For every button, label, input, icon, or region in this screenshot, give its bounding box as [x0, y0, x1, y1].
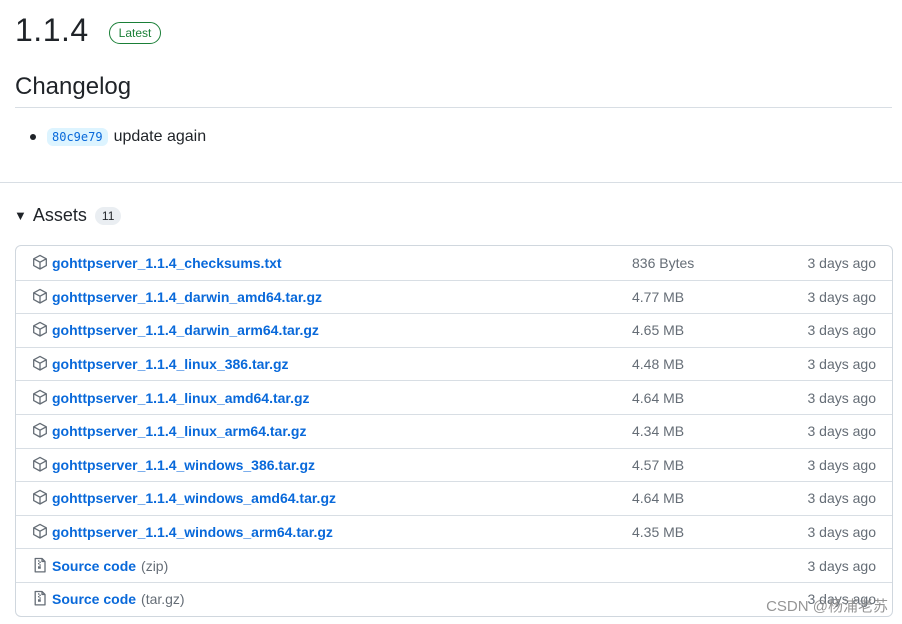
assets-heading: Assets: [32, 205, 87, 225]
assets-list: gohttpserver_1.1.4_checksums.txt 836 Byte…: [15, 245, 893, 617]
asset-name: gohttpserver_1.1.4_windows_amd64.tar.gz: [52, 490, 336, 507]
asset-row: gohttpserver_1.1.4_windows_amd64.tar.gz 4…: [16, 481, 892, 515]
asset-name: gohttpserver_1.1.4_linux_arm64.tar.gz: [52, 423, 307, 440]
assets-toggle[interactable]: ▼ Assets 11: [14, 205, 122, 226]
changelog-text: update again: [113, 128, 207, 145]
package-icon: [32, 523, 48, 539]
package-icon: [32, 355, 48, 371]
section-divider: [0, 182, 902, 183]
asset-date: 3 days ago: [807, 389, 877, 406]
asset-row: gohttpserver_1.1.4_linux_amd64.tar.gz 4.6…: [16, 380, 892, 414]
package-icon: [32, 456, 48, 472]
package-icon: [32, 422, 48, 438]
watermark: CSDN @杨浦老苏: [766, 598, 888, 615]
bullet: [30, 134, 36, 140]
package-icon: [32, 389, 48, 405]
asset-row: gohttpserver_1.1.4_linux_386.tar.gz 4.48 …: [16, 346, 892, 381]
asset-link[interactable]: gohttpserver_1.1.4_checksums.txt: [52, 255, 282, 271]
asset-row: Source code (tar.gz) 3 days ago: [16, 581, 892, 616]
asset-name: gohttpserver_1.1.4_windows_386.tar.gz: [52, 456, 315, 473]
asset-row: gohttpserver_1.1.4_windows_arm64.tar.gz 4…: [16, 514, 892, 549]
asset-row: gohttpserver_1.1.4_windows_386.tar.gz 4.5…: [16, 447, 892, 482]
asset-row: gohttpserver_1.1.4_darwin_amd64.tar.gz 4.…: [16, 279, 892, 314]
asset-date: 3 days ago: [807, 557, 877, 574]
asset-link[interactable]: gohttpserver_1.1.4_windows_amd64.tar.gz: [52, 490, 336, 506]
asset-size: 4.65 MB: [632, 322, 685, 339]
changelog-item: 80c9e79 update again: [30, 128, 206, 146]
asset-link[interactable]: gohttpserver_1.1.4_linux_amd64.tar.gz: [52, 390, 310, 406]
asset-row: gohttpserver_1.1.4_darwin_arm64.tar.gz 4.…: [16, 313, 892, 347]
asset-size: 4.77 MB: [632, 288, 685, 305]
asset-date: 3 days ago: [807, 322, 877, 339]
asset-link[interactable]: gohttpserver_1.1.4_darwin_amd64.tar.gz: [52, 289, 322, 305]
assets-count-badge: 11: [94, 206, 122, 225]
asset-name: gohttpserver_1.1.4_linux_386.tar.gz: [52, 356, 289, 373]
asset-size: 4.64 MB: [632, 389, 685, 406]
asset-date: 3 days ago: [807, 423, 877, 440]
asset-link[interactable]: Source code (zip): [52, 558, 168, 574]
asset-name: gohttpserver_1.1.4_linux_amd64.tar.gz: [52, 389, 310, 406]
package-icon: [32, 254, 48, 270]
package-icon: [32, 490, 48, 506]
asset-date: 3 days ago: [807, 456, 877, 473]
asset-name: Source code: [52, 591, 137, 608]
file-zip-icon: [32, 557, 48, 573]
release-version[interactable]: 1.1.4: [15, 12, 89, 49]
asset-link[interactable]: gohttpserver_1.1.4_linux_386.tar.gz: [52, 356, 289, 372]
asset-name: gohttpserver_1.1.4_darwin_arm64.tar.gz: [52, 322, 319, 339]
latest-badge: Latest: [108, 21, 162, 44]
asset-size: 4.48 MB: [632, 356, 685, 373]
asset-date: 3 days ago: [807, 524, 877, 541]
release-header: 1.1.4 Latest: [15, 12, 162, 49]
asset-link[interactable]: gohttpserver_1.1.4_windows_arm64.tar.gz: [52, 524, 333, 540]
asset-name: Source code: [52, 557, 137, 574]
asset-ext: (tar.gz): [141, 591, 185, 608]
changelog-heading: Changelog: [15, 73, 892, 108]
commit-link[interactable]: 80c9e79: [47, 128, 108, 146]
asset-link[interactable]: gohttpserver_1.1.4_darwin_arm64.tar.gz: [52, 322, 319, 338]
asset-row: gohttpserver_1.1.4_linux_arm64.tar.gz 4.3…: [16, 413, 892, 448]
asset-size: 4.57 MB: [632, 456, 685, 473]
package-icon: [32, 288, 48, 304]
asset-date: 3 days ago: [807, 356, 877, 373]
asset-link[interactable]: gohttpserver_1.1.4_linux_arm64.tar.gz: [52, 423, 306, 439]
asset-date: 3 days ago: [807, 490, 877, 507]
asset-row: gohttpserver_1.1.4_checksums.txt 836 Byte…: [16, 246, 892, 280]
triangle-down-icon: ▼: [14, 208, 27, 223]
asset-name: gohttpserver_1.1.4_windows_arm64.tar.gz: [52, 524, 333, 541]
asset-size: 4.35 MB: [632, 524, 685, 541]
changelog-list: 80c9e79 update again: [30, 128, 206, 146]
asset-link[interactable]: Source code (tar.gz): [52, 591, 185, 607]
package-icon: [32, 322, 48, 338]
asset-name: gohttpserver_1.1.4_checksums.txt: [52, 254, 282, 271]
asset-date: 3 days ago: [807, 288, 877, 305]
asset-size: 4.34 MB: [632, 423, 685, 440]
asset-name: gohttpserver_1.1.4_darwin_amd64.tar.gz: [52, 288, 322, 305]
asset-ext: (zip): [141, 557, 169, 574]
asset-size: 836 Bytes: [632, 254, 695, 271]
file-zip-icon: [32, 590, 48, 606]
asset-link[interactable]: gohttpserver_1.1.4_windows_386.tar.gz: [52, 457, 315, 473]
asset-row: Source code (zip) 3 days ago: [16, 548, 892, 582]
asset-size: 4.64 MB: [632, 490, 685, 507]
asset-date: 3 days ago: [807, 254, 877, 271]
